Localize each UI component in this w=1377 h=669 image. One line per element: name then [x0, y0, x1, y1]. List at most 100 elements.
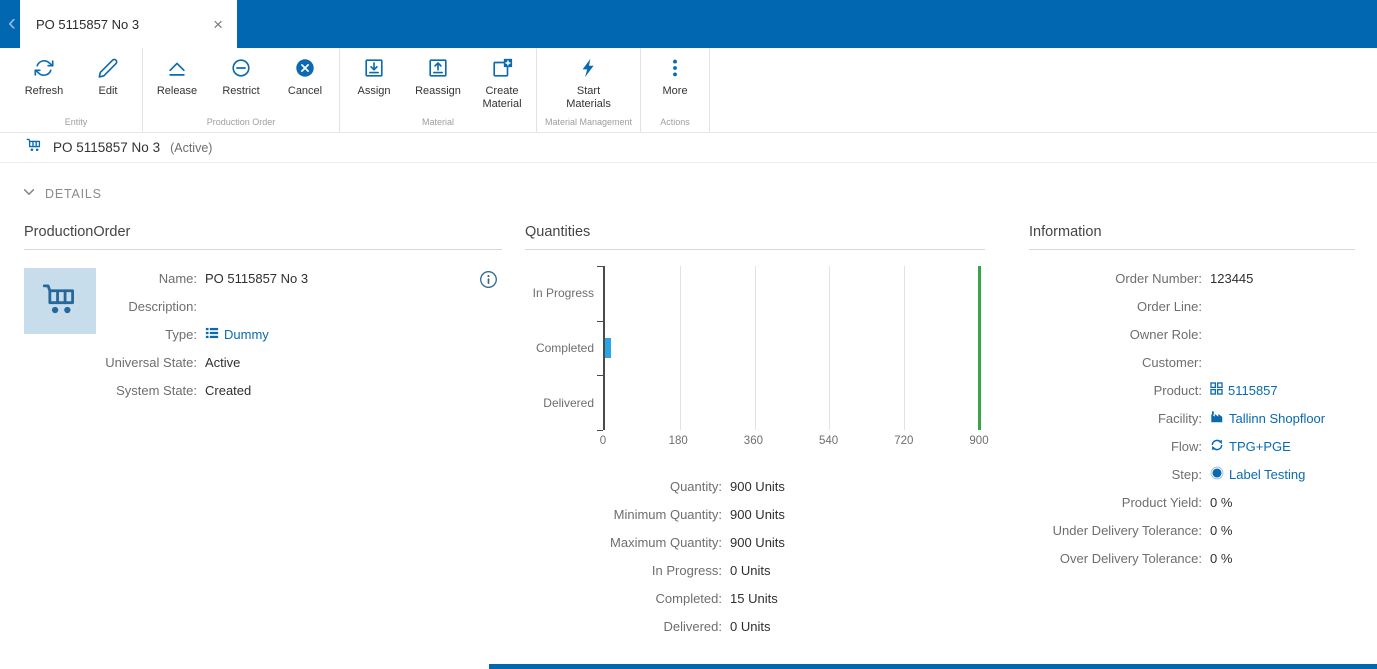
restrict-button[interactable]: Restrict	[209, 48, 273, 117]
field-row: Quantity: 900 Units	[525, 472, 985, 500]
field-row: Step: Label Testing	[1029, 460, 1355, 488]
field-row: Completed: 15 Units	[525, 584, 985, 612]
cancel-button[interactable]: Cancel	[273, 48, 337, 117]
field-label: Maximum Quantity:	[610, 534, 722, 550]
entity-type-list-icon	[205, 326, 219, 343]
start-materials-button[interactable]: Start Materials	[557, 48, 621, 117]
chart-axis-tick	[597, 266, 603, 267]
tab-production-order[interactable]: PO 5115857 No 3 ×	[20, 0, 237, 48]
field-value: 0 Units	[730, 618, 771, 634]
details-section-label: DETAILS	[45, 186, 102, 201]
button-label: Release	[156, 85, 198, 97]
back-chevron-icon[interactable]: ‹	[8, 9, 16, 37]
field-value: 0 Units	[730, 562, 771, 578]
toolbar-group-label: Material	[421, 117, 454, 127]
panel-title: Quantities	[525, 224, 985, 250]
field-label: Facility:	[1157, 410, 1202, 426]
chart-tick-label: 900	[969, 435, 989, 447]
field-label: Flow:	[1170, 438, 1202, 454]
field-label: Under Delivery Tolerance:	[1052, 522, 1202, 538]
cancel-x-circle-icon	[294, 57, 316, 82]
edit-button[interactable]: Edit	[76, 48, 140, 117]
chart-bar-row	[605, 321, 979, 376]
panel-title: ProductionOrder	[24, 224, 502, 250]
toolbar-group-label: Actions	[660, 117, 690, 127]
assign-button[interactable]: Assign	[342, 48, 406, 117]
button-label: Start Materials	[566, 85, 611, 110]
start-materials-lightning-icon	[578, 57, 600, 82]
chart-tick-label: 180	[668, 435, 688, 447]
quantities-chart: In Progress Completed Delivered 0 180 360 540…	[525, 266, 989, 454]
more-ellipsis-icon	[664, 57, 686, 82]
create-material-box-plus-icon	[491, 57, 513, 82]
create-material-button[interactable]: Create Material	[470, 48, 534, 117]
field-row: Universal State: Active	[24, 348, 502, 376]
flow-cycle-icon	[1210, 438, 1224, 455]
chart-x-axis: 0 180 360 540 720 900	[599, 430, 989, 454]
field-value: 0 %	[1210, 494, 1233, 510]
more-button[interactable]: More	[643, 48, 707, 117]
entity-image-tile	[24, 268, 96, 334]
link-text: Dummy	[224, 326, 269, 342]
refresh-button[interactable]: Refresh	[12, 48, 76, 117]
panel-title: Information	[1029, 224, 1355, 250]
link-text: Tallinn Shopfloor	[1229, 410, 1326, 426]
chart-tick-label: 360	[743, 435, 763, 447]
field-row: Under Delivery Tolerance: 0 %	[1029, 516, 1355, 544]
field-row: Flow: TPG+PGE	[1029, 432, 1355, 460]
facility-building-icon	[1210, 410, 1224, 427]
field-row: Owner Role:	[1029, 320, 1355, 348]
product-link[interactable]: 5115857	[1210, 382, 1278, 398]
release-button[interactable]: Release	[145, 48, 209, 117]
field-label: Universal State:	[105, 354, 197, 370]
field-label: In Progress:	[651, 562, 722, 578]
tab-title: PO 5115857 No 3	[36, 16, 140, 32]
link-text: TPG+PGE	[1229, 438, 1291, 454]
chart-tick-label: 0	[599, 435, 607, 447]
toolbar-group-entity: Refresh Edit Entity	[10, 48, 143, 132]
button-label: More	[662, 85, 688, 97]
toolbar-group-label: Production Order	[206, 117, 276, 127]
chart-tick-label: 720	[894, 435, 914, 447]
field-label: Step:	[1171, 466, 1202, 482]
field-row: Order Number: 123445	[1029, 264, 1355, 292]
chart-category-label: Delivered	[543, 395, 594, 410]
tab-close-icon[interactable]: ×	[211, 16, 225, 33]
link-text: Label Testing	[1229, 466, 1306, 482]
field-row: System State: Created	[24, 376, 502, 404]
assign-arrow-down-box-icon	[363, 57, 385, 82]
type-link[interactable]: Dummy	[205, 326, 269, 343]
details-section-toggle[interactable]: DETAILS	[22, 185, 102, 202]
field-row: Product Yield: 0 %	[1029, 488, 1355, 516]
field-label: Order Number:	[1115, 270, 1202, 286]
toolbar-group-label: Material Management	[545, 117, 633, 127]
toolbar: Refresh Edit Entity Release Restrict Can…	[0, 48, 1377, 133]
chart-tick-label: 540	[819, 435, 839, 447]
step-link[interactable]: Label Testing	[1210, 466, 1305, 483]
button-label: Refresh	[24, 85, 64, 97]
facility-link[interactable]: Tallinn Shopfloor	[1210, 410, 1325, 427]
info-icon[interactable]	[479, 270, 498, 292]
field-label: Owner Role:	[1129, 326, 1202, 342]
chart-axis-tick	[597, 320, 603, 322]
information-panel: Information Order Number: 123445 Order L…	[1029, 224, 1355, 572]
production-order-panel: ProductionOrder Name: PO 5115857 No 3 De…	[24, 224, 502, 404]
field-row: Facility: Tallinn Shopfloor	[1029, 404, 1355, 432]
field-value: 15 Units	[730, 590, 778, 606]
chart-bar	[605, 337, 612, 358]
field-row: In Progress: 0 Units	[525, 556, 985, 584]
button-label: Restrict	[222, 85, 260, 97]
field-label: Order Line:	[1136, 298, 1202, 314]
field-value: 0 %	[1210, 522, 1233, 538]
field-label: Product:	[1153, 382, 1202, 398]
flow-link[interactable]: TPG+PGE	[1210, 438, 1291, 455]
field-label: Completed:	[655, 590, 722, 606]
release-eject-icon	[166, 57, 188, 82]
cart-icon	[39, 278, 81, 325]
reassign-button[interactable]: Reassign	[406, 48, 470, 117]
chart-category-label: In Progress	[532, 286, 594, 301]
bottom-panel-edge	[489, 664, 1377, 669]
toolbar-group-material: Assign Reassign Create Material Material	[340, 48, 537, 132]
button-label: Reassign	[415, 85, 461, 97]
top-bar: ‹ PO 5115857 No 3 ×	[0, 0, 1377, 48]
